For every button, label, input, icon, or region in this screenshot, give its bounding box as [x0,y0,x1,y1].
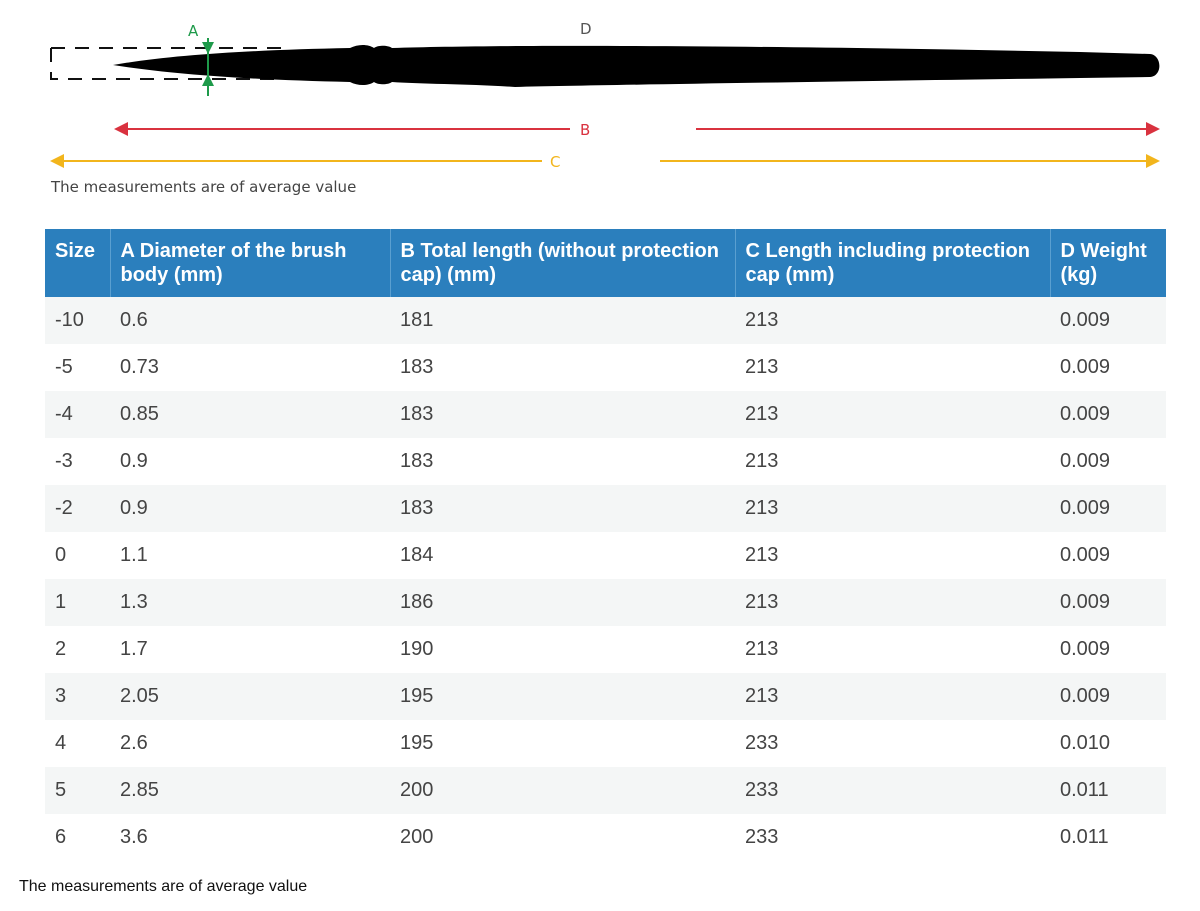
cell-weight: 0.009 [1050,532,1166,579]
cell-diameter: 1.3 [110,579,390,626]
table-row: 4 2.6 195 233 0.010 [45,720,1166,767]
cell-length-with-cap: 213 [735,391,1050,438]
table-row: -5 0.73 183 213 0.009 [45,344,1166,391]
cell-total-length: 200 [390,767,735,814]
header-size: Size [45,229,110,297]
diagram-note: The measurements are of average value [51,178,357,196]
cell-size: 3 [45,673,110,720]
cell-length-with-cap: 233 [735,720,1050,767]
cell-total-length: 183 [390,391,735,438]
header-weight: D Weight (kg) [1049,229,1166,297]
cell-total-length: 183 [390,344,735,391]
cell-length-with-cap: 213 [735,485,1050,532]
cell-weight: 0.009 [1050,673,1166,720]
table-row: 3 2.05 195 213 0.009 [45,673,1166,720]
cell-size: 5 [45,767,110,814]
cell-size: -4 [45,391,110,438]
cell-diameter: 0.73 [110,344,390,391]
brush-silhouette [113,45,1160,87]
brush-specification-table: Size A Diameter of the brush body (mm) B… [45,229,1166,861]
cell-diameter: 2.85 [110,767,390,814]
cell-length-with-cap: 213 [735,438,1050,485]
table-row: 6 3.6 200 233 0.011 [45,814,1166,861]
cell-length-with-cap: 213 [735,344,1050,391]
cell-diameter: 2.6 [110,720,390,767]
cell-size: -10 [45,297,110,344]
cell-total-length: 184 [390,532,735,579]
table-header-row: Size A Diameter of the brush body (mm) B… [45,229,1166,297]
cell-total-length: 190 [390,626,735,673]
cell-weight: 0.011 [1050,814,1166,861]
header-length-with-cap: C Length including protection cap (mm) [734,229,1050,297]
cell-length-with-cap: 213 [735,626,1050,673]
cell-size: 2 [45,626,110,673]
cell-length-with-cap: 213 [735,532,1050,579]
cell-total-length: 195 [390,673,735,720]
cell-diameter: 1.1 [110,532,390,579]
dimension-b-arrow-left [114,122,128,136]
cell-total-length: 195 [390,720,735,767]
table-row: -3 0.9 183 213 0.009 [45,438,1166,485]
cell-weight: 0.009 [1050,579,1166,626]
cell-length-with-cap: 233 [735,814,1050,861]
table-row: -2 0.9 183 213 0.009 [45,485,1166,532]
table-row: 2 1.7 190 213 0.009 [45,626,1166,673]
cell-size: 1 [45,579,110,626]
cell-weight: 0.009 [1050,344,1166,391]
cell-size: -5 [45,344,110,391]
cell-weight: 0.009 [1050,626,1166,673]
table-row: 5 2.85 200 233 0.011 [45,767,1166,814]
cell-length-with-cap: 213 [735,297,1050,344]
cell-diameter: 1.7 [110,626,390,673]
cell-weight: 0.010 [1050,720,1166,767]
table-row: 1 1.3 186 213 0.009 [45,579,1166,626]
table-row: 0 1.1 184 213 0.009 [45,532,1166,579]
cell-weight: 0.009 [1050,297,1166,344]
cell-length-with-cap: 213 [735,673,1050,720]
cell-total-length: 183 [390,485,735,532]
cell-size: -2 [45,485,110,532]
cell-total-length: 186 [390,579,735,626]
cell-size: -3 [45,438,110,485]
cell-diameter: 2.05 [110,673,390,720]
dimension-b-label: B [580,121,590,139]
dimension-a-label: A [188,22,199,40]
cell-length-with-cap: 233 [735,767,1050,814]
cell-diameter: 0.85 [110,391,390,438]
cell-length-with-cap: 213 [735,579,1050,626]
dimension-c-arrow-right [1146,154,1160,168]
cell-size: 0 [45,532,110,579]
cell-total-length: 200 [390,814,735,861]
table-row: -4 0.85 183 213 0.009 [45,391,1166,438]
footer-note: The measurements are of average value [19,878,308,895]
brush-dimension-diagram: A D B C [50,20,1160,171]
dimension-c-label: C [550,153,560,171]
cell-size: 6 [45,814,110,861]
header-diameter: A Diameter of the brush body (mm) [109,229,390,297]
dimension-d-label: D [580,20,592,38]
table-row: -10 0.6 181 213 0.009 [45,297,1166,344]
dimension-c-arrow-left [50,154,64,168]
cell-weight: 0.009 [1050,391,1166,438]
cell-total-length: 181 [390,297,735,344]
cell-weight: 0.009 [1050,438,1166,485]
cell-diameter: 3.6 [110,814,390,861]
cell-diameter: 0.9 [110,485,390,532]
cell-weight: 0.011 [1050,767,1166,814]
dimension-b-arrow-right [1146,122,1160,136]
cell-diameter: 0.9 [110,438,390,485]
cell-weight: 0.009 [1050,485,1166,532]
header-total-length: B Total length (without protection cap) … [389,229,735,297]
cell-diameter: 0.6 [110,297,390,344]
cell-total-length: 183 [390,438,735,485]
table-body: -10 0.6 181 213 0.009 -5 0.73 183 213 0.009 -4 0.85… [45,297,1166,861]
cell-size: 4 [45,720,110,767]
